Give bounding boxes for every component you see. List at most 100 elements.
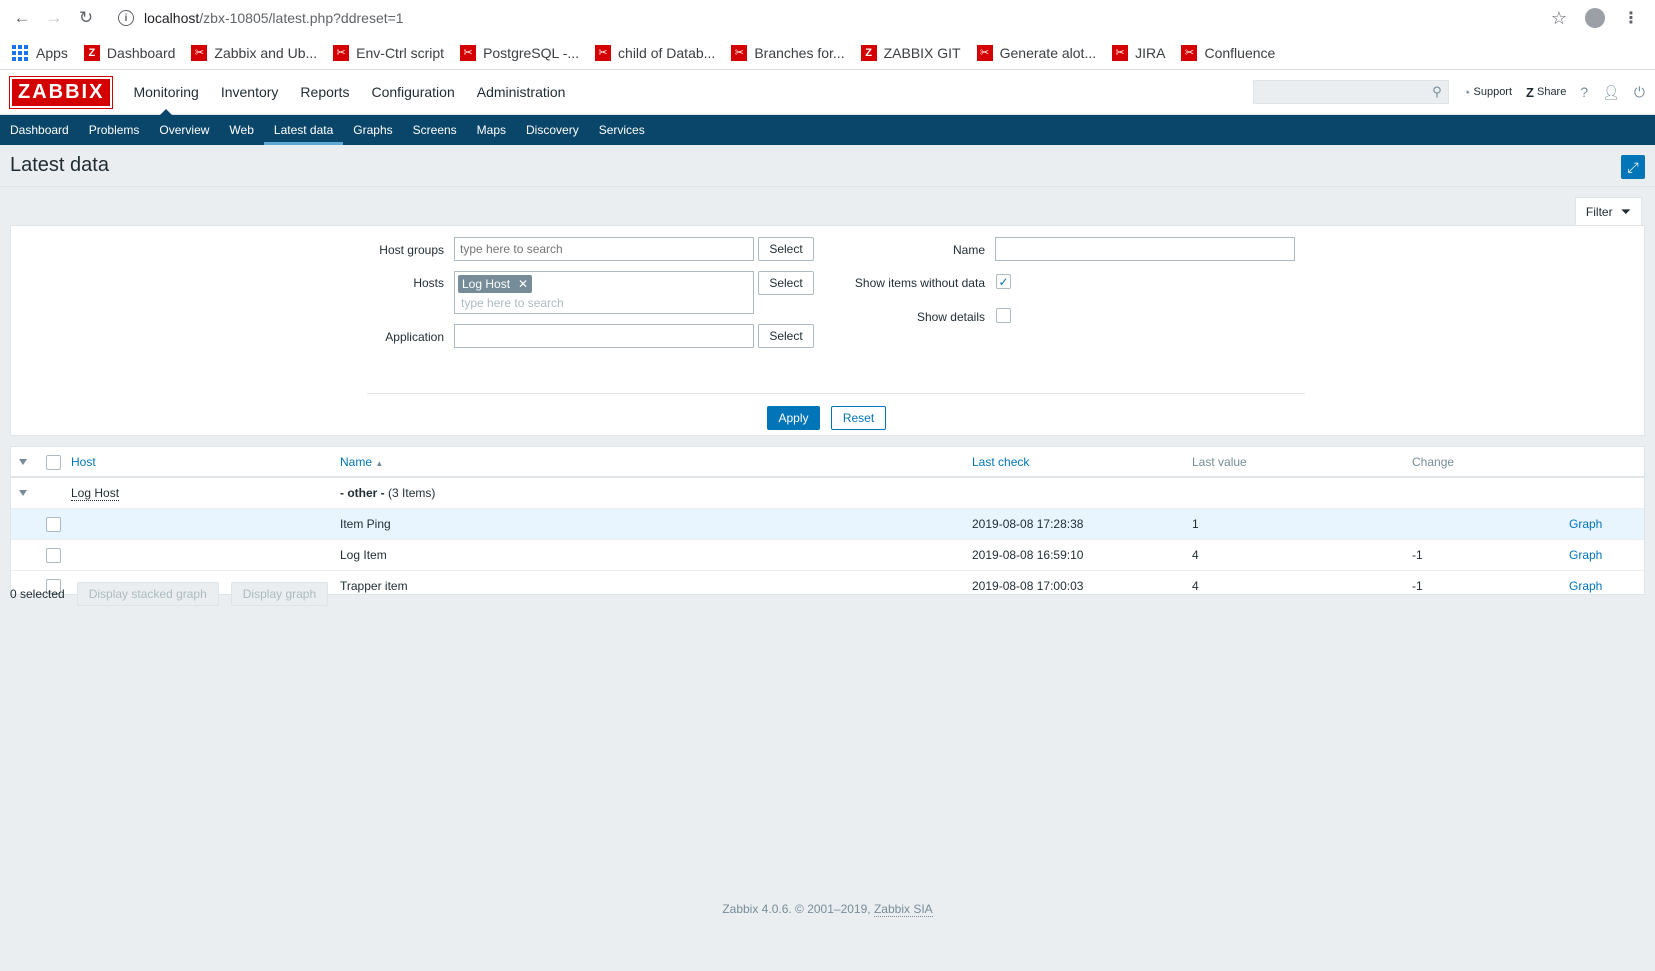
filter-divider: [367, 393, 1305, 394]
checkmark-icon: ✓: [998, 274, 1009, 289]
table-row: Log Item 2019-08-08 16:59:10 4 -1 Graph: [11, 540, 1644, 571]
menu-administration[interactable]: Administration: [466, 84, 577, 100]
hosts-select-button[interactable]: Select: [758, 271, 814, 295]
graph-link[interactable]: Graph: [1569, 540, 1602, 571]
latest-data-table: Host Name ▲ Last check Last value Change…: [10, 446, 1645, 595]
host-tag: Log Host ✕: [458, 275, 533, 293]
subnav-latest-data[interactable]: Latest data: [263, 115, 344, 145]
scissors-icon: ✂: [1181, 44, 1198, 61]
menu-reports[interactable]: Reports: [289, 84, 360, 100]
browser-menu-icon[interactable]: ⋮: [1623, 8, 1639, 28]
bookmark-confluence[interactable]: ✂ Confluence: [1181, 44, 1275, 61]
subnav-overview[interactable]: Overview: [149, 115, 219, 145]
group-application: - other - (3 Items): [340, 486, 436, 500]
support-link[interactable]: ◔ Support: [1463, 85, 1512, 100]
item-change: -1: [1412, 548, 1423, 562]
display-stacked-graph-button[interactable]: Display stacked graph: [76, 582, 219, 606]
group-row: Log Host - other - (3 Items): [11, 478, 1644, 509]
collapse-all-icon[interactable]: [19, 459, 27, 465]
user-profile-link[interactable]: 👤︎: [1602, 84, 1620, 101]
scissors-icon: ✂: [595, 44, 612, 61]
forward-icon[interactable]: →: [42, 6, 66, 30]
subnav-graphs[interactable]: Graphs: [343, 115, 402, 145]
bookmark-jira[interactable]: ✂ JIRA: [1112, 44, 1165, 61]
row-checkbox[interactable]: [46, 517, 61, 532]
table-row: Item Ping 2019-08-08 17:28:38 1 Graph: [11, 509, 1644, 540]
menu-configuration[interactable]: Configuration: [360, 84, 465, 100]
display-graph-button[interactable]: Display graph: [230, 582, 329, 606]
column-last-check[interactable]: Last check: [972, 447, 1029, 478]
bookmark-star-icon[interactable]: ☆: [1551, 8, 1567, 29]
subnav-services[interactable]: Services: [589, 115, 655, 145]
subnav-discovery[interactable]: Discovery: [516, 115, 589, 145]
item-name: Trapper item: [340, 579, 408, 593]
row-checkbox[interactable]: [46, 548, 61, 563]
application-select-button[interactable]: Select: [758, 324, 814, 348]
graph-link[interactable]: Graph: [1569, 509, 1602, 540]
selected-count: 0 selected: [10, 587, 65, 601]
bookmark-zabbix-and-ub[interactable]: ✂ Zabbix and Ub...: [191, 44, 317, 61]
subnav-web[interactable]: Web: [219, 115, 263, 145]
profile-avatar[interactable]: [1585, 8, 1605, 28]
bookmark-child-of-datab[interactable]: ✂ child of Datab...: [595, 44, 715, 61]
back-icon[interactable]: ←: [10, 6, 34, 30]
bookmark-zabbix-git[interactable]: Z ZABBIX GIT: [860, 44, 961, 61]
apps-grid-icon: [12, 44, 28, 61]
scissors-icon: ✂: [976, 44, 993, 61]
subnav-dashboard[interactable]: Dashboard: [0, 115, 79, 145]
filter-panel: Host groups Select Hosts Log Host✕ type …: [10, 225, 1645, 436]
item-last-check: 2019-08-08 17:00:03: [972, 579, 1084, 593]
subnav-maps[interactable]: Maps: [467, 115, 516, 145]
column-name[interactable]: Name ▲: [340, 447, 383, 478]
column-last-value: Last value: [1192, 455, 1247, 469]
url-host: localhost: [144, 10, 200, 26]
column-host[interactable]: Host: [71, 447, 96, 478]
search-icon[interactable]: ⚲: [1432, 84, 1442, 100]
application-input[interactable]: [454, 324, 754, 348]
host-groups-select-button[interactable]: Select: [758, 237, 814, 261]
site-info-icon[interactable]: i: [118, 10, 134, 26]
browser-toolbar: ← → ↻ i localhost/zbx-10805/latest.php?d…: [0, 0, 1655, 36]
subnav-problems[interactable]: Problems: [79, 115, 150, 145]
host-groups-input[interactable]: [454, 237, 754, 261]
share-link[interactable]: Z Share: [1526, 85, 1566, 100]
name-input[interactable]: [995, 237, 1295, 261]
filter-tab[interactable]: Filter ⏷: [1574, 197, 1642, 225]
bookmark-apps[interactable]: Apps: [12, 44, 68, 61]
bookmark-dashboard[interactable]: Z Dashboard: [83, 44, 175, 61]
graph-link[interactable]: Graph: [1569, 571, 1602, 602]
zabbix-icon: Z: [83, 44, 100, 61]
global-search-input[interactable]: ⚲: [1252, 80, 1449, 104]
hosts-search-placeholder[interactable]: type here to search: [458, 296, 750, 310]
subnav-screens[interactable]: Screens: [403, 115, 467, 145]
hosts-multiselect[interactable]: Log Host ✕ type here to search: [454, 271, 754, 314]
bookmark-generate-alot[interactable]: ✂ Generate alot...: [976, 44, 1096, 61]
menu-inventory[interactable]: Inventory: [210, 84, 290, 100]
hosts-label: Hosts: [413, 276, 444, 290]
reset-button[interactable]: Reset: [831, 406, 886, 430]
bookmark-branches[interactable]: ✂ Branches for...: [731, 44, 845, 61]
bookmark-env-ctrl[interactable]: ✂ Env-Ctrl script: [333, 44, 444, 61]
address-bar[interactable]: i localhost/zbx-10805/latest.php?ddreset…: [118, 10, 1551, 26]
name-label: Name: [952, 243, 985, 257]
fullscreen-button[interactable]: ⤢: [1621, 155, 1645, 179]
sort-asc-icon: ▲: [375, 459, 384, 468]
sign-out-link[interactable]: ⏻: [1634, 84, 1645, 101]
bookmark-postgresql[interactable]: ✂ PostgreSQL -...: [460, 44, 579, 61]
select-all-checkbox[interactable]: [46, 455, 61, 470]
remove-tag-icon[interactable]: ✕: [518, 277, 528, 291]
zabbix-sia-link[interactable]: Zabbix SIA: [873, 902, 933, 917]
zabbix-logo[interactable]: ZABBIX: [8, 75, 114, 109]
reload-icon[interactable]: ↻: [74, 6, 98, 30]
collapse-group-icon[interactable]: [19, 490, 27, 496]
apply-button[interactable]: Apply: [767, 406, 820, 430]
show-details-checkbox[interactable]: [996, 308, 1011, 323]
item-last-check: 2019-08-08 17:28:38: [972, 517, 1084, 531]
group-host-link[interactable]: Log Host: [71, 486, 120, 501]
show-items-without-data-checkbox[interactable]: ✓: [996, 274, 1011, 289]
bookmarks-bar: Apps Z Dashboard ✂ Zabbix and Ub... ✂ Env-C…: [0, 36, 1655, 70]
menu-monitoring[interactable]: Monitoring: [122, 84, 209, 115]
page-footer: Zabbix 4.0.6. © 2001–2019, Zabbix SIA: [722, 902, 933, 917]
page-title: Latest data: [10, 154, 109, 176]
help-link[interactable]: ?: [1580, 84, 1588, 100]
